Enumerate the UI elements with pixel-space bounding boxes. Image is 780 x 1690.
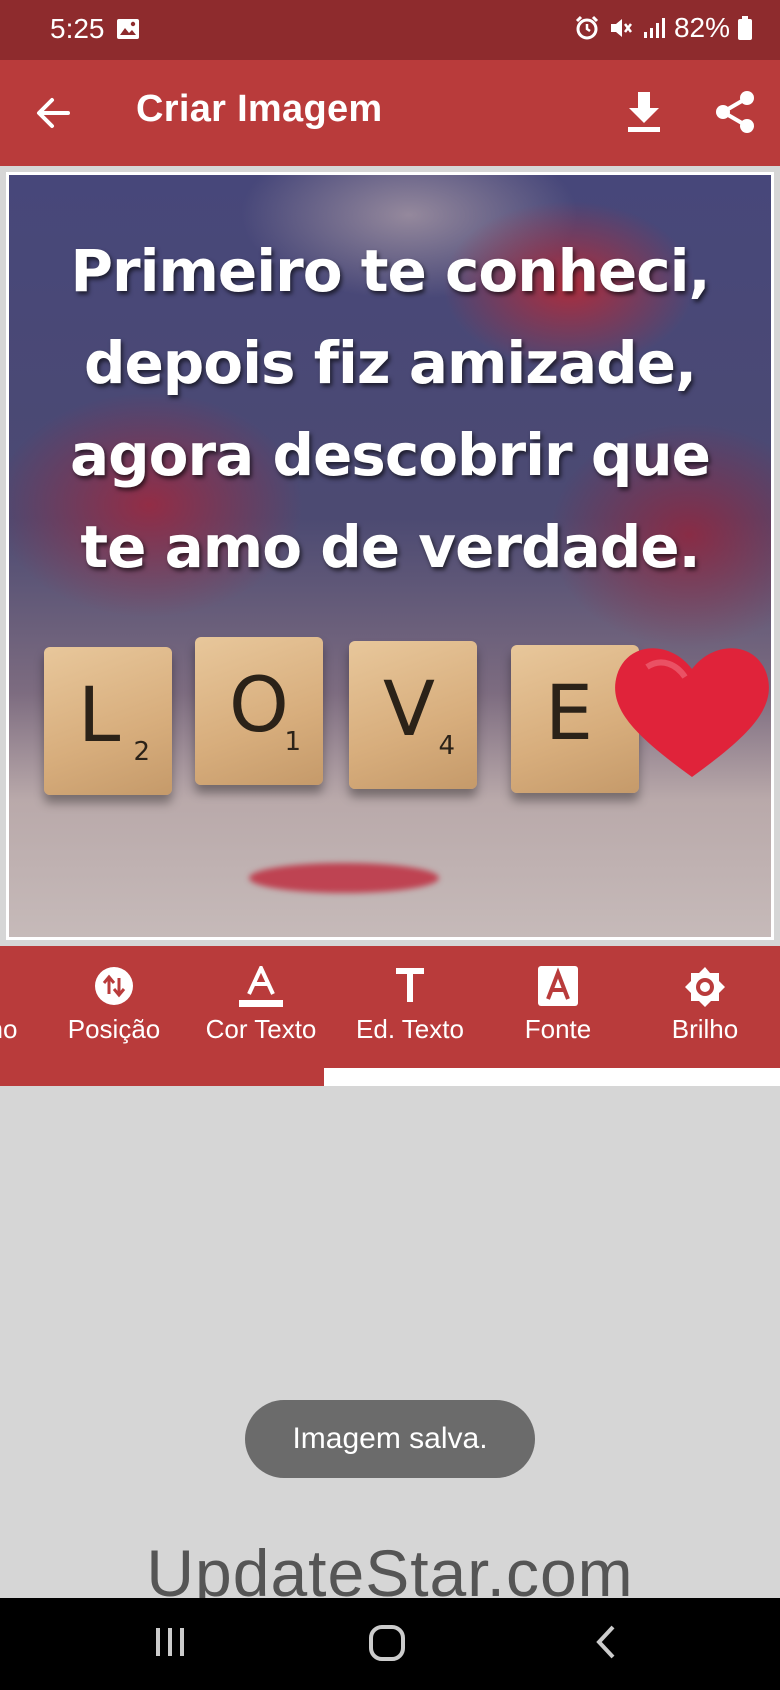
tile-number: 4: [438, 731, 455, 761]
tile-letter: E: [545, 668, 594, 757]
tab-label: Brilho: [671, 1014, 739, 1044]
letter-tile: L 2: [44, 647, 172, 795]
status-bar: 5:25 82%: [0, 0, 780, 60]
tile-number: 1: [284, 727, 301, 757]
home-icon[interactable]: [368, 1624, 406, 1667]
tile-number: 2: [133, 737, 150, 767]
scrollbar-thumb[interactable]: [0, 1068, 324, 1086]
tab-ed-texto[interactable]: Ed. Texto: [346, 946, 474, 1068]
app-bar: Criar Imagem: [0, 60, 780, 166]
tab-partial[interactable]: no: [0, 946, 26, 1068]
tab-fonte[interactable]: Fonte: [508, 946, 608, 1068]
tab-label: Fonte: [524, 1014, 592, 1044]
tab-brilho[interactable]: Brilho: [655, 946, 755, 1068]
download-icon[interactable]: [622, 88, 666, 136]
tab-label: no: [0, 1014, 18, 1044]
mute-icon: [608, 15, 634, 41]
floor-heart-reflection: [249, 863, 439, 893]
image-preview-frame: Primeiro te conheci, depois fiz amizade,…: [6, 172, 774, 940]
toast-message: Imagem salva.: [245, 1400, 535, 1478]
back-arrow-icon[interactable]: [30, 90, 76, 136]
tab-label: Posição: [67, 1014, 161, 1044]
tile-letter: L: [78, 670, 121, 759]
signal-icon: [642, 16, 666, 40]
gallery-icon: [116, 18, 140, 45]
page-title: Criar Imagem: [136, 88, 383, 130]
share-icon[interactable]: [712, 88, 758, 136]
toolbar-scrollbar[interactable]: [0, 1068, 780, 1086]
font-icon: [538, 966, 578, 1011]
battery-text: 82%: [673, 12, 730, 43]
status-time: 5:25: [50, 13, 105, 44]
battery-icon: [738, 16, 752, 40]
quote-text[interactable]: Primeiro te conheci, depois fiz amizade,…: [29, 225, 751, 593]
tab-label: Ed. Texto: [356, 1014, 464, 1044]
image-preview[interactable]: Primeiro te conheci, depois fiz amizade,…: [9, 175, 771, 937]
brightness-icon: [684, 966, 726, 1013]
swap-vertical-icon: [94, 966, 134, 1011]
nav-back-icon[interactable]: [594, 1624, 618, 1665]
system-nav-bar: [0, 1598, 780, 1690]
tile-letter: V: [383, 664, 435, 753]
alarm-icon: [574, 15, 600, 41]
text-edit-icon: [394, 966, 426, 1009]
text-color-icon: [239, 963, 283, 1013]
letter-tile: O 1: [195, 637, 323, 785]
tab-label: Cor Texto: [205, 1014, 317, 1044]
editor-toolbar: no Posição Cor Texto Ed. Texto Fonte Bri…: [0, 946, 780, 1068]
heart-icon: [607, 637, 771, 787]
tab-posicao[interactable]: Posição: [54, 946, 174, 1068]
tab-cor-texto[interactable]: Cor Texto: [196, 946, 326, 1068]
tile-letter: O: [229, 660, 289, 749]
letter-tile: V 4: [349, 641, 477, 789]
recent-apps-icon[interactable]: [154, 1624, 186, 1665]
